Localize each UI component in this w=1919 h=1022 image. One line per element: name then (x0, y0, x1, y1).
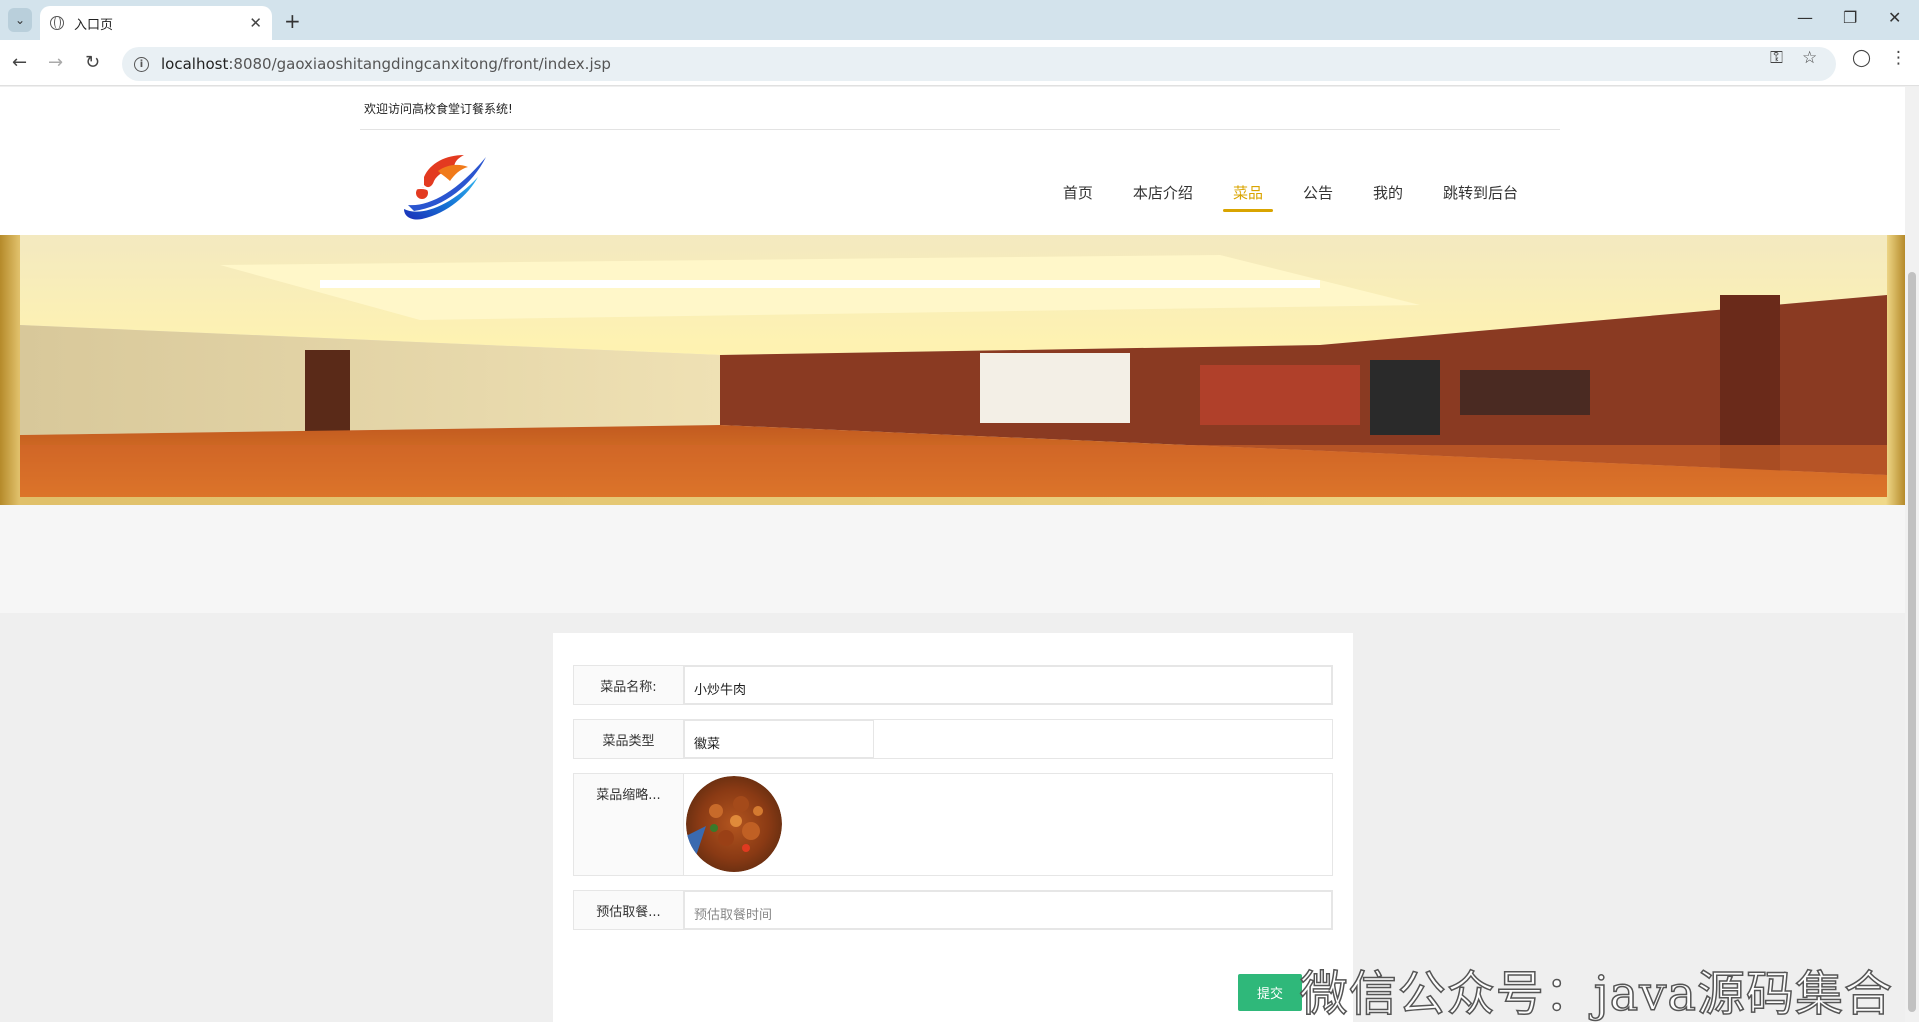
profile-icon[interactable]: ◯ (1852, 48, 1871, 68)
scrollbar-thumb[interactable] (1908, 272, 1916, 1012)
more-menu-icon[interactable]: ⋮ (1890, 48, 1907, 68)
watermark-text: 微信公众号：java源码集合 (1299, 965, 1893, 1022)
nav-item-admin[interactable]: 跳转到后台 (1443, 182, 1518, 212)
nav-item-dishes[interactable]: 菜品 (1222, 182, 1273, 212)
site-info-icon[interactable]: i (134, 56, 149, 72)
banner-frame (0, 235, 1905, 505)
tab-title: 入口页 (74, 17, 114, 33)
forward-icon[interactable]: → (48, 52, 63, 73)
tab-close-icon[interactable]: ✕ (249, 14, 262, 32)
nav-item-mine[interactable]: 我的 (1373, 182, 1403, 212)
bookmark-star-icon[interactable]: ☆ (1802, 48, 1817, 68)
page-content: 欢迎访问高校食堂订餐系统! 首页 本店介绍 菜品 公告 我的 跳转到后台 菜品名… (0, 87, 1905, 1022)
submit-button[interactable]: 提交 (1238, 974, 1302, 1011)
main-nav: 首页 本店介绍 菜品 公告 我的 跳转到后台 (1023, 182, 1518, 212)
address-bar[interactable]: i localhost:8080/gaoxiaoshitangdingcanxi… (122, 47, 1836, 81)
browser-toolbar: ← → ↻ i localhost:8080/gaoxiaoshitangdin… (0, 40, 1919, 86)
page-scrollbar[interactable] (1905, 87, 1919, 1022)
tab-search-chevron-icon[interactable]: ⌄ (8, 8, 32, 32)
form-row-pickup-time: 预估取餐... 预估取餐时间 (573, 890, 1333, 930)
dish-name-field[interactable]: 小炒牛肉 (684, 666, 1332, 704)
minimize-icon[interactable]: — (1797, 8, 1813, 27)
banner-image (20, 235, 1887, 497)
pickup-time-input[interactable]: 预估取餐时间 (684, 891, 1332, 929)
nav-item-about[interactable]: 本店介绍 (1133, 182, 1193, 212)
back-icon[interactable]: ← (12, 52, 27, 73)
close-window-icon[interactable]: ✕ (1888, 8, 1901, 27)
spacer-band (0, 505, 1905, 613)
new-tab-icon[interactable]: + (284, 9, 301, 33)
form-row-dish-thumbnail: 菜品缩略... (573, 773, 1333, 876)
site-header: 欢迎访问高校食堂订餐系统! 首页 本店介绍 菜品 公告 我的 跳转到后台 (0, 87, 1905, 235)
restore-icon[interactable]: ❐ (1843, 8, 1857, 27)
dish-type-select[interactable]: 徽菜 (684, 720, 874, 758)
reload-icon[interactable]: ↻ (85, 52, 100, 73)
globe-icon (50, 16, 64, 30)
dish-thumbnail-image (686, 776, 782, 872)
form-row-dish-type: 菜品类型 徽菜 (573, 719, 1333, 759)
browser-tab[interactable]: 入口页 ✕ (40, 6, 272, 40)
url-host: localhost (161, 55, 229, 73)
dish-thumbnail-label: 菜品缩略... (574, 774, 684, 875)
dish-type-label: 菜品类型 (574, 720, 684, 758)
key-icon[interactable]: ⚿ (1770, 48, 1783, 68)
dish-order-form: 菜品名称: 小炒牛肉 菜品类型 徽菜 菜品缩略... 预估取餐... 预估取餐时… (553, 633, 1353, 1022)
welcome-text: 欢迎访问高校食堂订餐系统! (364, 102, 513, 116)
nav-item-notices[interactable]: 公告 (1303, 182, 1333, 212)
form-row-dish-name: 菜品名称: 小炒牛肉 (573, 665, 1333, 705)
url-path: :8080/gaoxiaoshitangdingcanxitong/front/… (228, 55, 611, 73)
dish-name-label: 菜品名称: (574, 666, 684, 704)
header-divider (360, 129, 1560, 130)
pickup-time-label: 预估取餐... (574, 891, 684, 929)
nav-item-home[interactable]: 首页 (1063, 182, 1093, 212)
site-logo (404, 155, 486, 220)
browser-tab-bar: ⌄ 入口页 ✕ + — ❐ ✕ (0, 0, 1919, 40)
